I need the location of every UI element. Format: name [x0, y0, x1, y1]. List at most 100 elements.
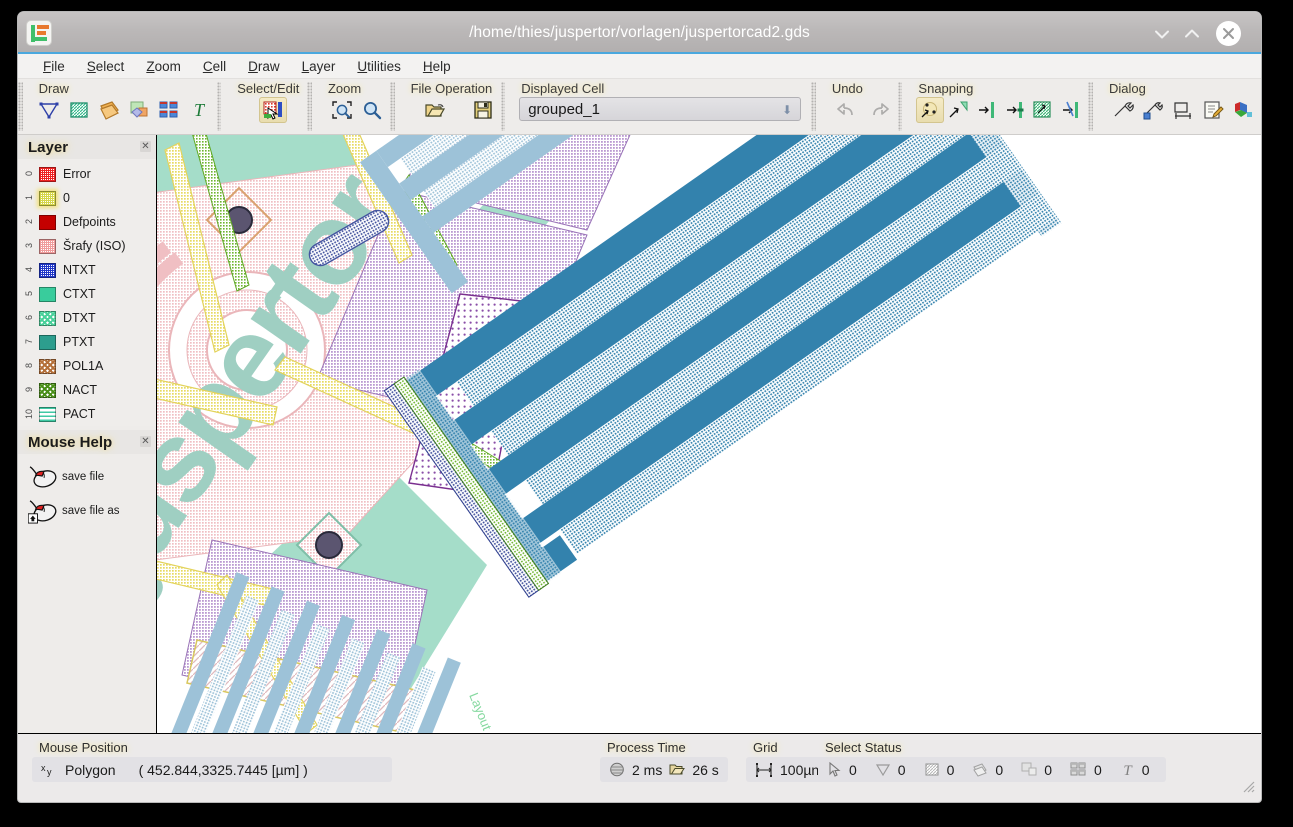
toolbar-grip[interactable]	[811, 82, 816, 131]
layer-row-nact[interactable]: 9 NACT	[18, 378, 156, 402]
cpu-time-icon	[610, 762, 624, 777]
draw-text-button[interactable]: T	[185, 97, 213, 123]
maximize-button[interactable]	[1181, 23, 1203, 45]
undo-button[interactable]	[832, 97, 860, 123]
toolbar-grip[interactable]	[897, 82, 903, 131]
draw-cellarray-icon	[159, 101, 178, 118]
draw-cellref-button[interactable]	[125, 97, 153, 123]
toolbar-grip[interactable]	[18, 82, 23, 131]
layer-index: 10	[24, 408, 34, 419]
zoom-fit-button[interactable]	[328, 97, 356, 123]
layer-color-swatch[interactable]	[39, 262, 56, 278]
layer-color-swatch[interactable]	[39, 382, 56, 398]
menu-draw[interactable]: Draw	[237, 57, 291, 76]
layer-row-ctxt[interactable]: 5 CTXT	[18, 282, 156, 306]
close-button[interactable]	[1216, 21, 1241, 46]
toolbar-grip[interactable]	[500, 82, 506, 131]
minimize-button[interactable]	[1151, 23, 1173, 45]
layer-row-ntxt[interactable]: 4 NTXT	[18, 258, 156, 282]
layer-name: Defpoints	[63, 215, 116, 229]
close-icon[interactable]: ✕	[140, 436, 151, 447]
layer-index: 4	[24, 267, 34, 273]
layer-row-defpoints[interactable]: 2 Defpoints	[18, 210, 156, 234]
measure-tool-button[interactable]	[1169, 97, 1197, 123]
layer-index: 6	[24, 315, 34, 321]
toolbar-group-draw: Draw T	[25, 79, 217, 134]
zoom-glass-button[interactable]	[358, 97, 386, 123]
toolbar-grip[interactable]	[1088, 82, 1094, 131]
toolbar-grip[interactable]	[389, 82, 395, 131]
snap-grid-button[interactable]	[1056, 97, 1084, 123]
snap-edge-button[interactable]	[972, 97, 1000, 123]
layer-row-ptxt[interactable]: 7 PTXT	[18, 330, 156, 354]
layer-color-swatch[interactable]	[39, 310, 56, 326]
layer-name: PTXT	[63, 335, 95, 349]
draw-box-button[interactable]	[65, 97, 93, 123]
layer-tool-button[interactable]	[1139, 97, 1167, 123]
select-text-icon: T	[1123, 763, 1133, 777]
draw-box-icon	[69, 102, 88, 118]
select-count-cellarray-value: 0	[1093, 761, 1102, 778]
layer-color-swatch[interactable]	[39, 334, 56, 350]
draw-path-icon	[99, 101, 119, 120]
menu-cell[interactable]: Cell	[192, 57, 237, 76]
menu-file[interactable]: File	[32, 57, 76, 76]
3d-view-icon	[1235, 102, 1253, 117]
menu-layer[interactable]: Layer	[291, 57, 347, 76]
layer-color-swatch[interactable]	[39, 238, 56, 254]
layer-color-swatch[interactable]	[39, 406, 56, 422]
svg-text:x: x	[41, 763, 46, 773]
snap-midpoint-button[interactable]	[1000, 97, 1028, 123]
layer-color-swatch[interactable]	[39, 286, 56, 302]
draw-path-button[interactable]	[95, 97, 123, 123]
layer-row-pol1a[interactable]: 8 POL1A	[18, 354, 156, 378]
macro-editor-button[interactable]	[1199, 97, 1227, 123]
resize-grip-icon[interactable]	[1240, 778, 1255, 793]
close-icon[interactable]: ✕	[140, 141, 151, 152]
select-path-icon	[973, 763, 988, 777]
menu-select[interactable]: Select	[76, 57, 136, 76]
chevron-down-icon	[1155, 30, 1169, 39]
layer-row-rafy-iso[interactable]: 3 Šrafy (ISO)	[18, 234, 156, 258]
menu-help[interactable]: Help	[412, 57, 462, 76]
save-file-button[interactable]	[469, 97, 497, 123]
menubar: File Select Zoom Cell Draw Layer Utilities Help	[18, 54, 1261, 79]
toolbar-grip[interactable]	[216, 82, 222, 131]
mouse-help-header: Mouse Help ✕	[18, 430, 156, 454]
snap-vertex-button[interactable]	[944, 97, 972, 123]
3d-view-button[interactable]	[1229, 97, 1257, 123]
displayed-cell-value: grouped_1	[528, 100, 600, 118]
toolbar: Draw T Select/Edit Zoom File Operation D…	[18, 79, 1261, 135]
draw-polygon-icon	[39, 102, 59, 119]
layer-color-swatch[interactable]	[39, 358, 56, 374]
layer-list[interactable]: 0 Error 1 0 2 Defpoints 3 Šrafy (ISO) 4 NTXT 5 CTXT…	[18, 159, 156, 426]
open-file-button[interactable]	[421, 97, 449, 123]
redo-button[interactable]	[866, 97, 894, 123]
setup-tool-icon	[1114, 102, 1134, 117]
cad-canvas-viewport[interactable]: juspertor Layout	[157, 135, 1261, 733]
displayed-cell-combobox[interactable]: grouped_1 ⬇	[519, 97, 802, 121]
layer-row-pact[interactable]: 10 PACT	[18, 402, 156, 426]
snap-area-button[interactable]	[1028, 97, 1056, 123]
select-count-cellref-value: 0	[1044, 761, 1052, 778]
draw-polygon-button[interactable]	[35, 97, 63, 123]
layer-color-swatch[interactable]	[39, 190, 56, 206]
toolbar-group-select-edit: Select/Edit	[223, 79, 307, 134]
layer-color-swatch[interactable]	[39, 166, 56, 182]
layer-color-swatch[interactable]	[39, 214, 56, 230]
snap-any-button[interactable]	[916, 97, 945, 123]
layer-row-dtxt[interactable]: 6 DTXT	[18, 306, 156, 330]
layer-row-error[interactable]: 0 Error	[18, 162, 156, 186]
select-edit-button[interactable]	[259, 97, 288, 123]
cad-layout-drawing[interactable]: juspertor Layout	[157, 135, 1261, 733]
layer-name: POL1A	[63, 359, 104, 373]
layer-row-0[interactable]: 10	[18, 186, 156, 210]
main-body: Layer ✕ 0 Error 1 0 2 Defpoints 3 Šrafy (ISO) 4 N…	[18, 135, 1261, 733]
setup-tool-button[interactable]	[1109, 97, 1137, 123]
layer-index: 7	[24, 339, 34, 345]
toolbar-grip[interactable]	[307, 82, 312, 131]
menu-zoom[interactable]: Zoom	[135, 57, 192, 76]
menu-utilities[interactable]: Utilities	[346, 57, 412, 76]
draw-cellarray-button[interactable]	[155, 97, 183, 123]
mouse-left-click-icon	[29, 466, 57, 488]
